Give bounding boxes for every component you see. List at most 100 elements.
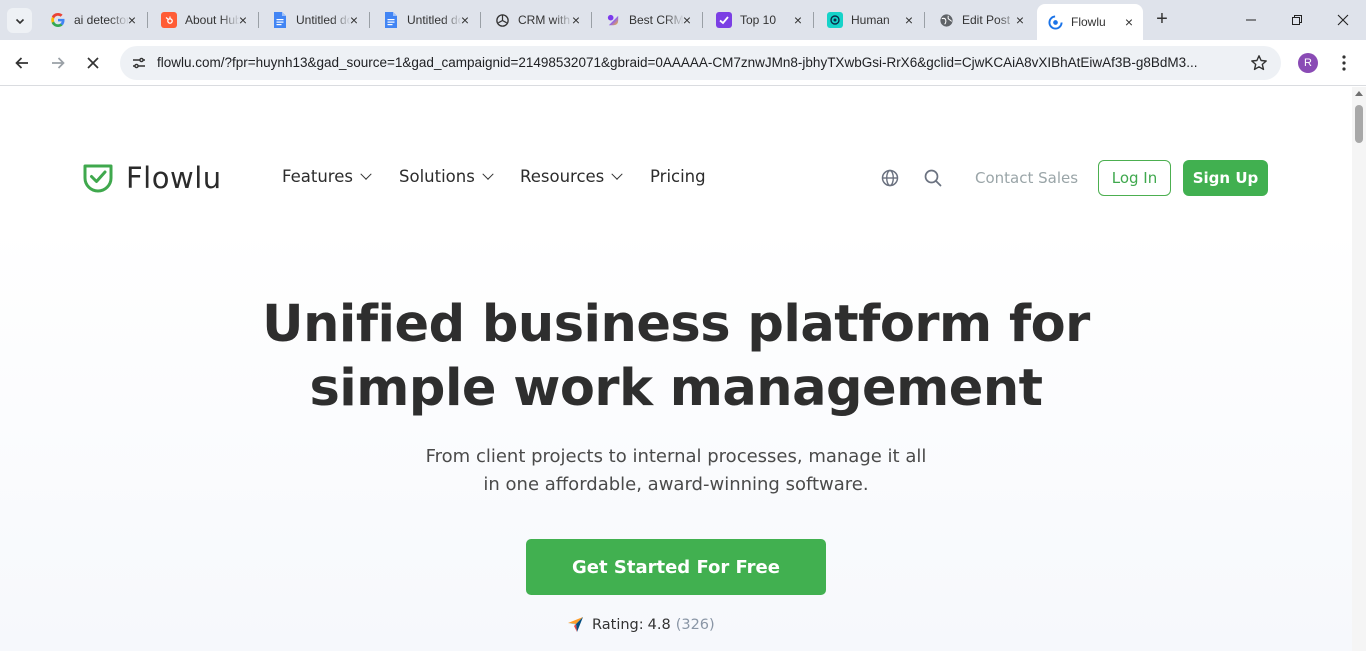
restore-icon: [1292, 15, 1302, 25]
subheadline-line-2: in one affordable, award-winning softwar…: [483, 474, 869, 495]
tab-untitled-document-2[interactable]: Untitled document ×: [373, 6, 479, 34]
humanizer-icon: [827, 12, 843, 28]
tab-humanizer[interactable]: Human ×: [817, 6, 923, 34]
nav-pricing[interactable]: Pricing: [650, 167, 706, 186]
chevron-down-icon: [482, 168, 494, 180]
close-icon[interactable]: ×: [794, 12, 802, 28]
hubspot-icon: [161, 12, 177, 28]
browser-menu-button[interactable]: [1334, 52, 1354, 74]
tab-ai-detector[interactable]: ai detector ×: [40, 6, 146, 34]
tab-flowlu[interactable]: Flowlu ×: [1037, 4, 1143, 40]
contact-sales-link[interactable]: Contact Sales: [975, 169, 1078, 187]
close-icon[interactable]: ×: [461, 12, 469, 28]
globe-icon: [881, 169, 899, 187]
google-docs-icon: [272, 12, 288, 28]
login-button[interactable]: Log In: [1098, 160, 1171, 196]
site-info-button[interactable]: [128, 52, 150, 74]
tab-best-crm[interactable]: Best CRM ×: [595, 6, 701, 34]
tab-edit-post[interactable]: Edit Post ×: [928, 6, 1034, 34]
get-started-button[interactable]: Get Started For Free: [526, 539, 826, 595]
tab-search-button[interactable]: [7, 8, 32, 33]
chevron-down-icon: [360, 168, 372, 180]
bookmark-button[interactable]: [1249, 53, 1269, 73]
star-icon: [1251, 55, 1267, 71]
tab-about-hubspot[interactable]: About HubSpot ×: [151, 6, 257, 34]
nav-features[interactable]: Features: [282, 167, 372, 186]
flowlu-logo[interactable]: Flowlu: [82, 161, 222, 195]
tab-separator: [591, 12, 592, 28]
tab-title: About HubSpot: [185, 13, 240, 27]
google-icon: [50, 12, 66, 28]
tab-title: Top 10: [740, 13, 777, 27]
minimize-icon: [1246, 19, 1256, 21]
stop-loading-button[interactable]: [80, 50, 106, 76]
scrollbar-thumb[interactable]: [1355, 105, 1363, 143]
address-bar[interactable]: flowlu.com/?fpr=huynh13&gad_source=1&gad…: [120, 46, 1281, 80]
tab-title: Untitled document: [296, 13, 351, 27]
arrow-right-icon: [52, 57, 65, 69]
nav-label: Solutions: [399, 167, 475, 186]
nav-solutions[interactable]: Solutions: [399, 167, 494, 186]
close-icon[interactable]: ×: [1125, 14, 1133, 30]
signup-button[interactable]: Sign Up: [1183, 160, 1268, 196]
flowlu-icon: [1047, 14, 1063, 30]
tab-title: Best CRM: [629, 13, 684, 27]
tab-separator: [702, 12, 703, 28]
url-text[interactable]: flowlu.com/?fpr=huynh13&gad_source=1&gad…: [157, 55, 1237, 70]
nav-resources[interactable]: Resources: [520, 167, 623, 186]
rating-value: 4.8: [647, 616, 671, 633]
subheadline-line-1: From client projects to internal process…: [425, 446, 927, 467]
capterra-arrow-icon: [568, 617, 583, 632]
search-icon: [924, 169, 942, 187]
more-vertical-icon: [1342, 55, 1346, 71]
checkmark-app-icon: [716, 12, 732, 28]
minimize-button[interactable]: [1228, 0, 1274, 40]
close-icon: [1337, 14, 1349, 26]
scroll-up-arrow-icon[interactable]: [1355, 91, 1363, 96]
tab-strip: ai detector × About HubSpot × Untitled d…: [0, 0, 1366, 40]
globe-icon: [938, 12, 954, 28]
headline-line-2: simple work management: [309, 359, 1043, 418]
site-search-button[interactable]: [923, 168, 943, 188]
chevron-down-icon: [611, 168, 623, 180]
forward-button[interactable]: [45, 50, 71, 76]
tab-separator: [258, 12, 259, 28]
tab-separator: [813, 12, 814, 28]
close-icon[interactable]: ×: [683, 12, 691, 28]
language-button[interactable]: [880, 168, 900, 188]
close-icon[interactable]: ×: [350, 12, 358, 28]
tab-title: Human: [851, 13, 890, 27]
restore-button[interactable]: [1274, 0, 1320, 40]
profile-avatar[interactable]: R: [1298, 53, 1318, 73]
new-tab-button[interactable]: +: [1152, 9, 1172, 30]
close-window-button[interactable]: [1320, 0, 1366, 40]
tab-top-10[interactable]: Top 10 ×: [706, 6, 812, 34]
tab-title: Untitled document: [407, 13, 462, 27]
tab-title: Flowlu: [1071, 15, 1106, 29]
nav-label: Pricing: [650, 167, 706, 186]
nav-label: Features: [282, 167, 353, 186]
close-icon[interactable]: ×: [1016, 12, 1024, 28]
rating[interactable]: Rating: 4.8 (326): [567, 616, 715, 633]
close-icon[interactable]: ×: [905, 12, 913, 28]
google-docs-icon: [383, 12, 399, 28]
tab-title: ai detector: [74, 13, 129, 27]
hero-headline: Unified business platform for simple wor…: [0, 293, 1352, 421]
close-icon[interactable]: ×: [572, 12, 580, 28]
back-button[interactable]: [9, 50, 35, 76]
logo-text: Flowlu: [126, 161, 222, 195]
arrow-left-icon: [15, 57, 28, 69]
rating-label: Rating:: [592, 616, 644, 633]
tab-separator: [369, 12, 370, 28]
tab-title: Edit Post: [962, 13, 1011, 27]
tab-crm-chatgpt[interactable]: CRM with ×: [484, 6, 590, 34]
tab-separator: [147, 12, 148, 28]
chatgpt-icon: [494, 12, 510, 28]
close-icon[interactable]: ×: [128, 12, 136, 28]
page-scrollbar[interactable]: [1352, 87, 1366, 651]
close-icon: [87, 57, 99, 69]
clickup-icon: [605, 12, 621, 28]
tab-untitled-document[interactable]: Untitled document ×: [262, 6, 368, 34]
rating-count: (326): [675, 616, 715, 633]
close-icon[interactable]: ×: [239, 12, 247, 28]
